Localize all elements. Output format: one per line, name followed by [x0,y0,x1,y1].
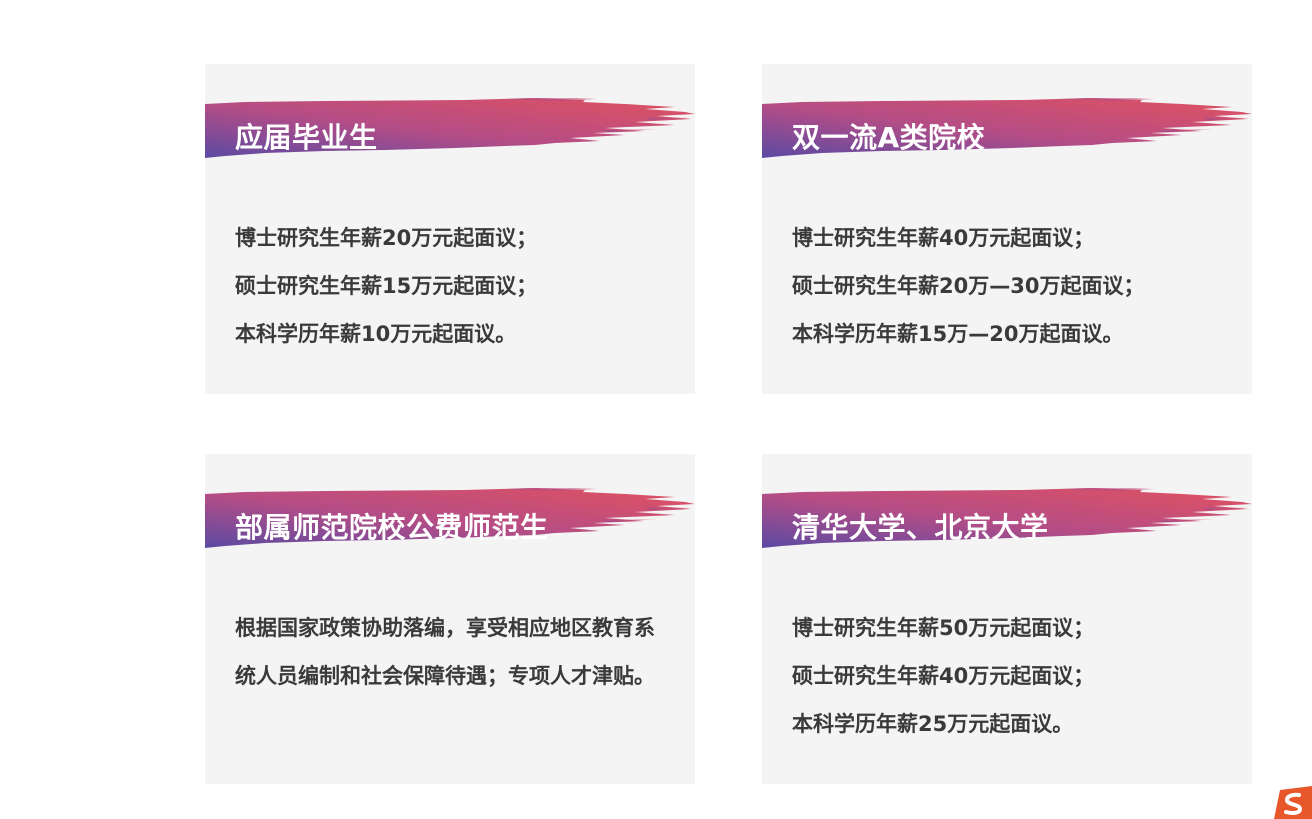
card-body-paragraph: 根据国家政策协助落编，享受相应地区教育系统人员编制和社会保障待遇；专项人才津贴。 [235,616,655,688]
card-tsinghua-peking: 清华大学、北京大学 博士研究生年薪50万元起面议； 硕士研究生年薪40万元起面议… [762,454,1252,784]
card-body: 博士研究生年薪20万元起面议； 硕士研究生年薪15万元起面议； 本科学历年薪10… [235,214,655,358]
salary-line-bachelor: 本科学历年薪10万元起面议。 [235,322,517,346]
card-normal-university-students: 部属师范院校公费师范生 根据国家政策协助落编，享受相应地区教育系统人员编制和社会… [205,454,695,784]
card-title: 部属师范院校公费师范生 [235,511,549,544]
salary-line-phd: 博士研究生年薪50万元起面议； [792,616,1095,640]
card-fresh-graduates: 应届毕业生 博士研究生年薪20万元起面议； 硕士研究生年薪15万元起面议； 本科… [205,64,695,394]
card-title: 清华大学、北京大学 [792,511,1049,544]
card-double-first-class: 双一流A类院校 博士研究生年薪40万元起面议； 硕士研究生年薪20万—30万起面… [762,64,1252,394]
salary-line-phd: 博士研究生年薪20万元起面议； [235,226,538,250]
page: 应届毕业生 博士研究生年薪20万元起面议； 硕士研究生年薪15万元起面议； 本科… [0,0,1312,819]
card-body: 博士研究生年薪40万元起面议； 硕士研究生年薪20万—30万起面议； 本科学历年… [792,214,1212,358]
card-title: 双一流A类院校 [792,121,986,154]
card-title: 应届毕业生 [235,121,378,154]
card-body: 博士研究生年薪50万元起面议； 硕士研究生年薪40万元起面议； 本科学历年薪25… [792,604,1212,748]
salary-line-bachelor: 本科学历年薪25万元起面议。 [792,712,1074,736]
sogou-ime-icon[interactable] [1272,786,1312,819]
salary-line-master: 硕士研究生年薪20万—30万起面议； [792,274,1145,298]
salary-line-phd: 博士研究生年薪40万元起面议； [792,226,1095,250]
salary-line-master: 硕士研究生年薪40万元起面议； [792,664,1095,688]
salary-line-master: 硕士研究生年薪15万元起面议； [235,274,538,298]
salary-line-bachelor: 本科学历年薪15万—20万起面议。 [792,322,1124,346]
